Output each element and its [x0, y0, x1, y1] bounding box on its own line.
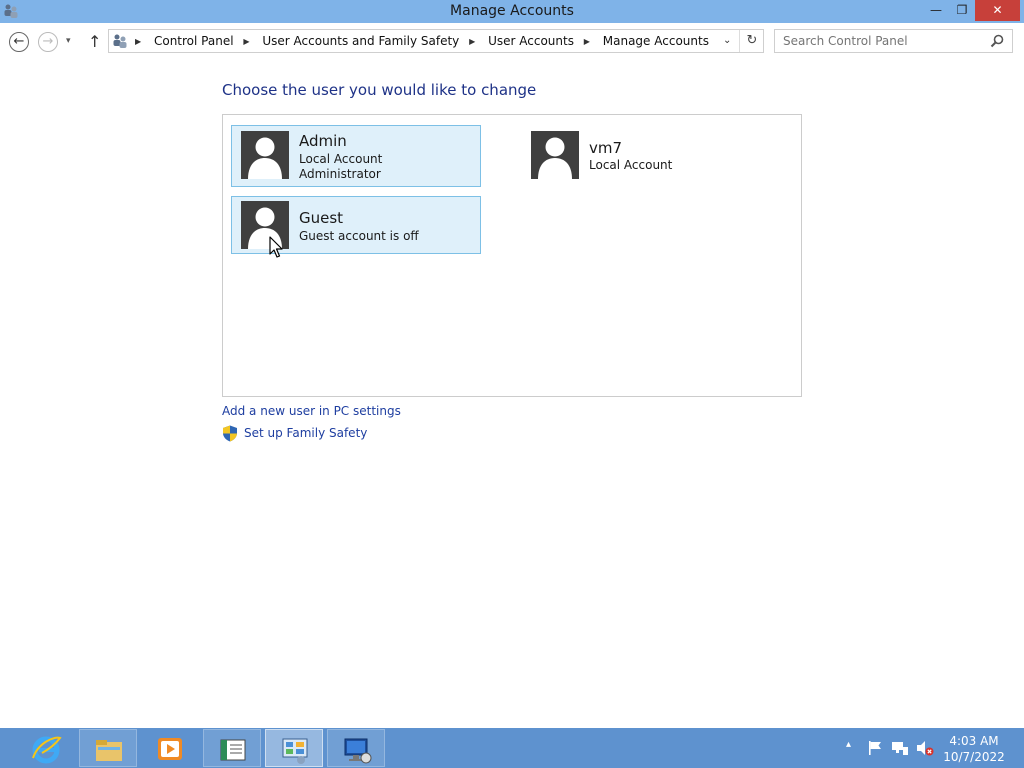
volume-muted-icon[interactable]	[916, 740, 934, 756]
show-hidden-icons-button[interactable]: ▴	[846, 739, 851, 750]
back-button[interactable]: ←	[9, 32, 29, 52]
taskbar-internet-explorer[interactable]	[17, 729, 75, 767]
clock-time: 4:03 AM	[949, 734, 999, 748]
page-title: Choose the user you would like to change	[222, 81, 537, 99]
taskbar-control-panel[interactable]	[265, 729, 323, 767]
system-tray: ▴	[840, 728, 940, 768]
breadcrumb: ▶ Control Panel ▶ User Accounts and Fami…	[135, 34, 709, 48]
remote-desktop-icon	[344, 738, 372, 764]
account-name: Admin	[299, 132, 347, 150]
recent-locations-dropdown[interactable]: ▾	[66, 36, 71, 46]
taskbar-media-player[interactable]	[141, 729, 199, 767]
account-name: vm7	[589, 139, 623, 157]
navigation-bar: ← → ▾ ↑ ▶ Control Panel ▶ User Accounts …	[0, 23, 1024, 60]
taskbar-document[interactable]	[203, 729, 261, 767]
refresh-button[interactable]: ↻	[739, 30, 764, 52]
breadcrumb-item-control-panel[interactable]: Control Panel	[154, 34, 234, 48]
taskbar-file-explorer[interactable]	[79, 729, 137, 767]
mouse-cursor-icon	[269, 236, 283, 258]
action-center-flag-icon[interactable]	[867, 740, 883, 756]
search-input[interactable]	[783, 33, 983, 49]
internet-explorer-icon	[32, 736, 62, 764]
breadcrumb-item-manage-accounts[interactable]: Manage Accounts	[603, 34, 709, 48]
family-safety-link[interactable]: Set up Family Safety	[244, 426, 367, 440]
account-tile-vm7[interactable]: vm7 Local Account	[521, 125, 771, 187]
address-history-dropdown[interactable]: ⌄	[723, 35, 731, 46]
user-avatar-icon	[241, 131, 289, 179]
title-bar: Manage Accounts — ❐ ✕	[0, 0, 1024, 23]
account-role: Administrator	[299, 167, 381, 181]
clock[interactable]: 4:03 AM 10/7/2022	[940, 733, 1008, 765]
uac-shield-icon	[223, 425, 237, 442]
search-icon[interactable]	[990, 34, 1004, 48]
breadcrumb-separator-icon[interactable]: ▶	[135, 37, 141, 46]
breadcrumb-item-user-accounts[interactable]: User Accounts	[488, 34, 574, 48]
clock-date: 10/7/2022	[943, 750, 1005, 764]
close-button[interactable]: ✕	[975, 0, 1020, 21]
document-icon	[220, 739, 246, 761]
address-bar[interactable]: ▶ Control Panel ▶ User Accounts and Fami…	[108, 29, 764, 53]
forward-button[interactable]: →	[38, 32, 58, 52]
account-type: Local Account	[299, 152, 383, 166]
maximize-button[interactable]: ❐	[949, 0, 975, 21]
add-new-user-link[interactable]: Add a new user in PC settings	[222, 404, 401, 418]
breadcrumb-item-user-accounts-and-family-safety[interactable]: User Accounts and Family Safety	[262, 34, 459, 48]
media-player-icon	[158, 738, 182, 760]
accounts-panel: Admin Local Account Administrator vm7 Lo…	[222, 114, 802, 397]
account-status: Guest account is off	[299, 229, 419, 243]
account-tile-admin[interactable]: Admin Local Account Administrator	[231, 125, 481, 187]
network-icon[interactable]	[891, 740, 909, 756]
breadcrumb-separator-icon[interactable]: ▶	[243, 37, 249, 46]
up-button[interactable]: ↑	[88, 32, 101, 51]
account-name: Guest	[299, 209, 344, 227]
minimize-button[interactable]: —	[923, 0, 949, 21]
search-box[interactable]	[774, 29, 1013, 53]
breadcrumb-separator-icon[interactable]: ▶	[584, 37, 590, 46]
taskbar-remote-desktop[interactable]	[327, 729, 385, 767]
taskbar: ▴ 4:03 AM 10/7/2022	[0, 728, 1024, 768]
breadcrumb-separator-icon[interactable]: ▶	[469, 37, 475, 46]
account-type: Local Account	[589, 158, 673, 172]
control-panel-icon	[282, 738, 308, 764]
user-avatar-icon	[531, 131, 579, 179]
window-title: Manage Accounts	[450, 3, 574, 19]
folder-icon	[96, 740, 122, 761]
control-panel-icon	[113, 34, 127, 48]
